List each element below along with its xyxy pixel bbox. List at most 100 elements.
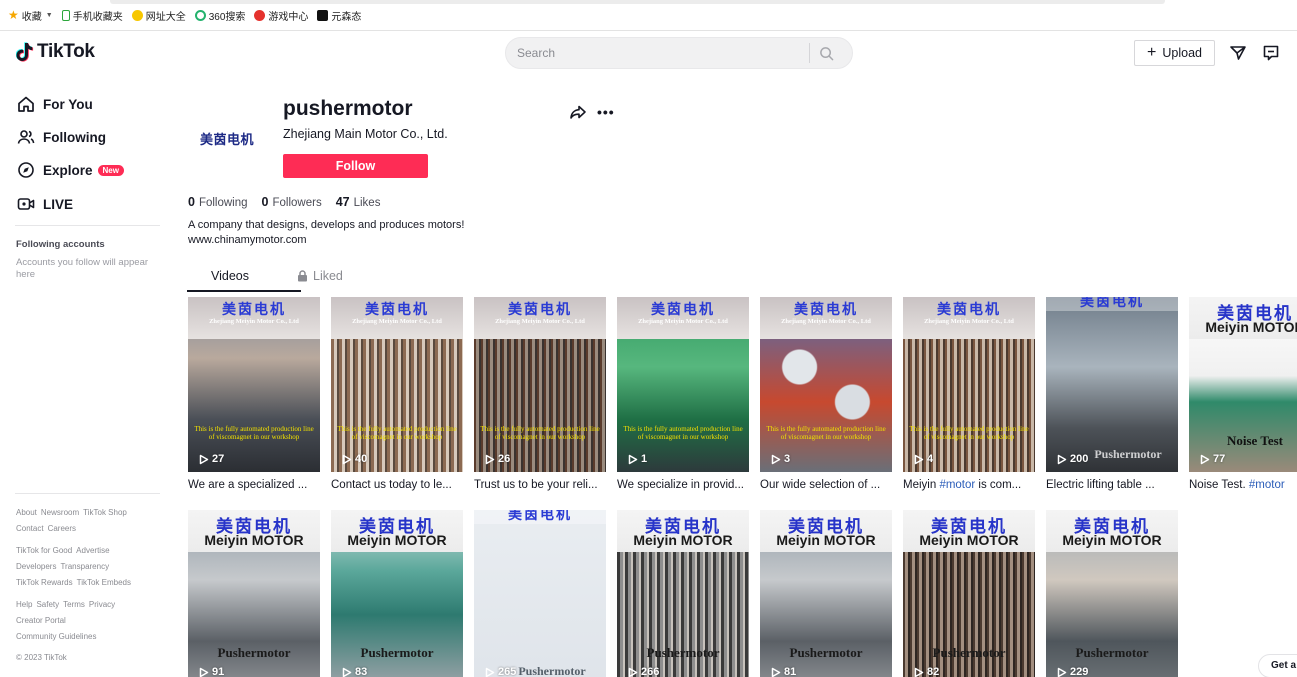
footer-link[interactable]: Newsroom (41, 508, 79, 517)
follow-button[interactable]: Follow (283, 154, 428, 178)
video-card[interactable]: 美茵电机 Meiyin MOTOR Noise Test 77 Noise Test. … (1189, 297, 1297, 491)
video-description[interactable]: We are a specialized ... (188, 479, 320, 491)
view-count-number: 26 (498, 453, 511, 465)
video-description[interactable]: Noise Test. #motor (1189, 479, 1297, 491)
video-description[interactable]: Contact us today to le... (331, 479, 463, 491)
video-description[interactable]: Meiyin #motor is com... (903, 479, 1035, 491)
sidebar-item-following[interactable]: Following (17, 128, 106, 146)
avatar[interactable]: 美茵电机 (187, 100, 267, 176)
video-card[interactable]: 美茵电机 Zhejiang Meiyin Motor Co., Ltd This i… (188, 297, 320, 491)
footer-link[interactable]: Transparency (60, 562, 109, 571)
video-card[interactable]: 美茵电机 Meiyin MOTOR Pushermotor 82 (903, 510, 1035, 677)
video-card[interactable]: 美茵电机 Zhejiang Meiyin Motor Co., Ltd This i… (903, 297, 1035, 491)
more-options-icon[interactable]: ••• (597, 104, 615, 120)
footer-link[interactable]: Contact (16, 524, 44, 533)
video-thumbnail[interactable]: 美茵电机 Pushermotor 265 (474, 510, 606, 677)
bookmark-games[interactable]: 游戏中心 (254, 8, 308, 23)
brand-english-text: Meiyin MOTOR (204, 532, 304, 548)
video-card[interactable]: 美茵电机 Meiyin MOTOR Pushermotor 81 (760, 510, 892, 677)
profile-nickname: Zhejiang Main Motor Co., Ltd. (283, 127, 448, 141)
view-count: 200 (1057, 453, 1088, 465)
upload-button[interactable]: + Upload (1134, 40, 1215, 66)
footer-link[interactable]: Careers (48, 524, 76, 533)
sidebar-item-live[interactable]: LIVE (17, 195, 73, 213)
footer-link[interactable]: Privacy (89, 600, 115, 609)
following-stat[interactable]: 0 Following (188, 195, 248, 209)
video-thumbnail[interactable]: 美茵电机 Meiyin MOTOR Noise Test 77 (1189, 297, 1297, 472)
footer-link[interactable]: TikTok Rewards (16, 578, 73, 587)
followers-stat[interactable]: 0 Followers (262, 195, 322, 209)
footer-links-row: Developers Transparency (16, 562, 113, 571)
footer-link[interactable]: TikTok Shop (83, 508, 127, 517)
video-card[interactable]: 美茵电机 Zhejiang Meiyin Motor Co., Ltd This i… (331, 297, 463, 491)
view-count-number: 82 (927, 666, 940, 677)
video-description[interactable]: Our wide selection of ... (760, 479, 892, 491)
footer-links-row: Community Guidelines (16, 632, 100, 641)
bookmark-sites[interactable]: 网址大全 (131, 8, 186, 23)
hashtag-link[interactable]: #motor (1249, 479, 1285, 491)
bookmark-favorites[interactable]: ★ 收藏 ▼ (8, 8, 53, 23)
footer-link[interactable]: About (16, 508, 37, 517)
get-app-button[interactable]: Get a (1258, 654, 1297, 677)
footer-link[interactable]: Community Guidelines (16, 632, 96, 641)
footer-link[interactable]: Advertise (76, 546, 109, 555)
video-description[interactable]: Electric lifting table ... (1046, 479, 1178, 491)
view-count: 81 (771, 666, 796, 677)
brand-chinese-text: 美茵电机 (508, 302, 572, 318)
play-icon (342, 667, 352, 677)
footer-link[interactable]: Help (16, 600, 32, 609)
video-thumbnail[interactable]: 美茵电机 Zhejiang Meiyin Motor Co., Ltd This i… (331, 297, 463, 472)
inbox-icon[interactable] (1262, 44, 1280, 62)
sidebar-item-for-you[interactable]: For You (17, 95, 93, 113)
video-card[interactable]: 美茵电机 Zhejiang Meiyin Motor Co., Ltd This i… (474, 297, 606, 491)
tiktok-logo[interactable]: TikTok (16, 41, 95, 63)
video-thumbnail[interactable]: 美茵电机 Zhejiang Meiyin Motor Co., Ltd This i… (474, 297, 606, 472)
video-card[interactable]: 美茵电机 Pushermotor 200 Electric lifting table… (1046, 297, 1178, 491)
brand-chinese-text: 美茵电机 (365, 302, 429, 318)
footer-link[interactable]: TikTok Embeds (77, 578, 131, 587)
video-thumbnail[interactable]: 美茵电机 Zhejiang Meiyin Motor Co., Ltd This i… (903, 297, 1035, 472)
bookmark-yuansentai[interactable]: 元森态 (317, 8, 361, 23)
brand-company-text: Zhejiang Meiyin Motor Co., Ltd (209, 318, 299, 325)
video-card[interactable]: 美茵电机 Meiyin MOTOR Pushermotor 91 (188, 510, 320, 677)
video-thumbnail[interactable]: 美茵电机 Meiyin MOTOR Pushermotor 266 (617, 510, 749, 677)
footer-link[interactable]: Terms (63, 600, 85, 609)
video-thumbnail[interactable]: 美茵电机 Meiyin MOTOR Pushermotor 91 (188, 510, 320, 677)
video-thumbnail[interactable]: 美茵电机 Zhejiang Meiyin Motor Co., Ltd This i… (188, 297, 320, 472)
share-icon[interactable] (569, 103, 587, 121)
video-description[interactable]: We specialize in provid... (617, 479, 749, 491)
video-thumbnail[interactable]: 美茵电机 Meiyin MOTOR Pushermotor 229 (1046, 510, 1178, 677)
brand-english-text: Meiyin MOTOR (1062, 532, 1162, 548)
video-description[interactable]: Trust us to be your reli... (474, 479, 606, 491)
bookmark-mobile[interactable]: 手机收藏夹 (61, 8, 123, 23)
tab-liked[interactable]: Liked (297, 269, 343, 283)
tab-videos[interactable]: Videos (211, 269, 249, 283)
search-input[interactable] (506, 38, 806, 68)
video-thumbnail[interactable]: 美茵电机 Meiyin MOTOR Pushermotor 82 (903, 510, 1035, 677)
video-card[interactable]: 美茵电机 Zhejiang Meiyin Motor Co., Ltd This i… (617, 297, 749, 491)
view-count: 4 (914, 453, 933, 465)
following-accounts-title: Following accounts (16, 239, 105, 250)
video-card[interactable]: 美茵电机 Meiyin MOTOR Pushermotor 83 (331, 510, 463, 677)
video-thumbnail[interactable]: 美茵电机 Zhejiang Meiyin Motor Co., Ltd This i… (760, 297, 892, 472)
footer-link[interactable]: TikTok for Good (16, 546, 72, 555)
footer-link[interactable]: Creator Portal (16, 616, 66, 625)
bookmark-360search[interactable]: 360搜索 (194, 8, 245, 23)
video-card[interactable]: 美茵电机 Meiyin MOTOR Pushermotor 266 (617, 510, 749, 677)
hashtag-link[interactable]: #motor (939, 479, 975, 491)
footer-link[interactable]: Developers (16, 562, 56, 571)
video-thumbnail[interactable]: 美茵电机 Zhejiang Meiyin Motor Co., Ltd This i… (617, 297, 749, 472)
send-icon[interactable] (1229, 44, 1247, 62)
video-thumbnail[interactable]: 美茵电机 Meiyin MOTOR Pushermotor 83 (331, 510, 463, 677)
video-card[interactable]: 美茵电机 Meiyin MOTOR Pushermotor 229 (1046, 510, 1178, 677)
sidebar-item-explore[interactable]: Explore New (17, 161, 124, 179)
video-thumbnail[interactable]: 美茵电机 Pushermotor 200 (1046, 297, 1178, 472)
video-title-overlay: Noise Test (1227, 433, 1283, 448)
bio-link[interactable]: www.chinamymotor.com (188, 233, 464, 248)
video-card[interactable]: 美茵电机 Pushermotor 265 (474, 510, 606, 677)
footer-link[interactable]: Safety (36, 600, 59, 609)
brand-chinese-text: 美茵电机 (651, 302, 715, 318)
search-button[interactable] (810, 38, 843, 68)
video-card[interactable]: 美茵电机 Zhejiang Meiyin Motor Co., Ltd This i… (760, 297, 892, 491)
video-thumbnail[interactable]: 美茵电机 Meiyin MOTOR Pushermotor 81 (760, 510, 892, 677)
